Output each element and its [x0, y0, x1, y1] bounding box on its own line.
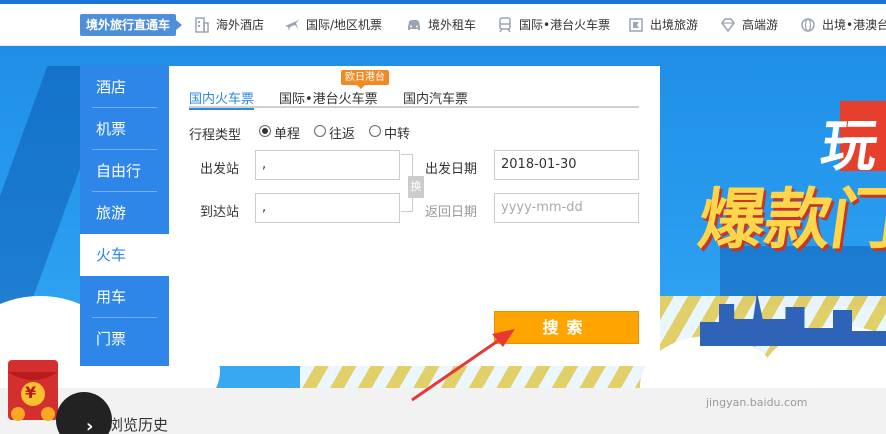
- watermark-logo: Bai du 经验: [676, 363, 830, 393]
- watermark-url: jingyan.baidu.com: [706, 396, 808, 409]
- yuan-symbol: ¥: [25, 383, 37, 402]
- browse-history-label[interactable]: 浏览历史: [108, 414, 168, 434]
- chevron-right-icon: ›: [86, 416, 94, 434]
